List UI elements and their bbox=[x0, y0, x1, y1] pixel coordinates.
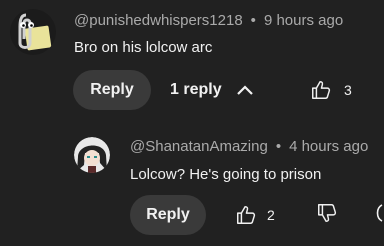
like-button[interactable]: 2 bbox=[235, 202, 275, 228]
avatar[interactable] bbox=[10, 9, 56, 55]
thumbs-down-icon bbox=[316, 202, 340, 224]
thumbs-up-icon bbox=[310, 79, 332, 101]
comment-text: Bro on his lolcow arc bbox=[74, 39, 213, 56]
thumbs-up-icon bbox=[235, 204, 257, 226]
avatar[interactable] bbox=[74, 137, 110, 173]
reply-meta: @ShanatanAmazing • 4 hours ago bbox=[130, 138, 368, 155]
dislike-button[interactable] bbox=[316, 202, 340, 228]
comment-author[interactable]: @punishedwhispers1218 bbox=[74, 12, 243, 29]
partial-icon bbox=[372, 202, 384, 224]
reply-button[interactable]: Reply bbox=[130, 195, 206, 235]
like-count: 2 bbox=[267, 207, 275, 223]
reply-author[interactable]: @ShanatanAmazing bbox=[130, 138, 268, 155]
comment-meta: @punishedwhispers1218 • 9 hours ago bbox=[74, 12, 343, 29]
like-count: 3 bbox=[344, 82, 352, 98]
replies-count-label: 1 reply bbox=[170, 81, 222, 98]
meta-separator: • bbox=[250, 12, 256, 29]
meta-separator: • bbox=[275, 138, 282, 155]
comment-timestamp[interactable]: 9 hours ago bbox=[264, 12, 343, 29]
reply-text: Lolcow? He's going to prison bbox=[130, 166, 322, 183]
chevron-up-icon bbox=[236, 84, 254, 96]
reply-button[interactable]: Reply bbox=[73, 70, 151, 110]
replies-toggle[interactable]: 1 reply bbox=[170, 70, 254, 110]
like-button[interactable]: 3 bbox=[310, 77, 352, 103]
more-button[interactable] bbox=[372, 202, 384, 228]
reply-timestamp[interactable]: 4 hours ago bbox=[289, 138, 368, 155]
